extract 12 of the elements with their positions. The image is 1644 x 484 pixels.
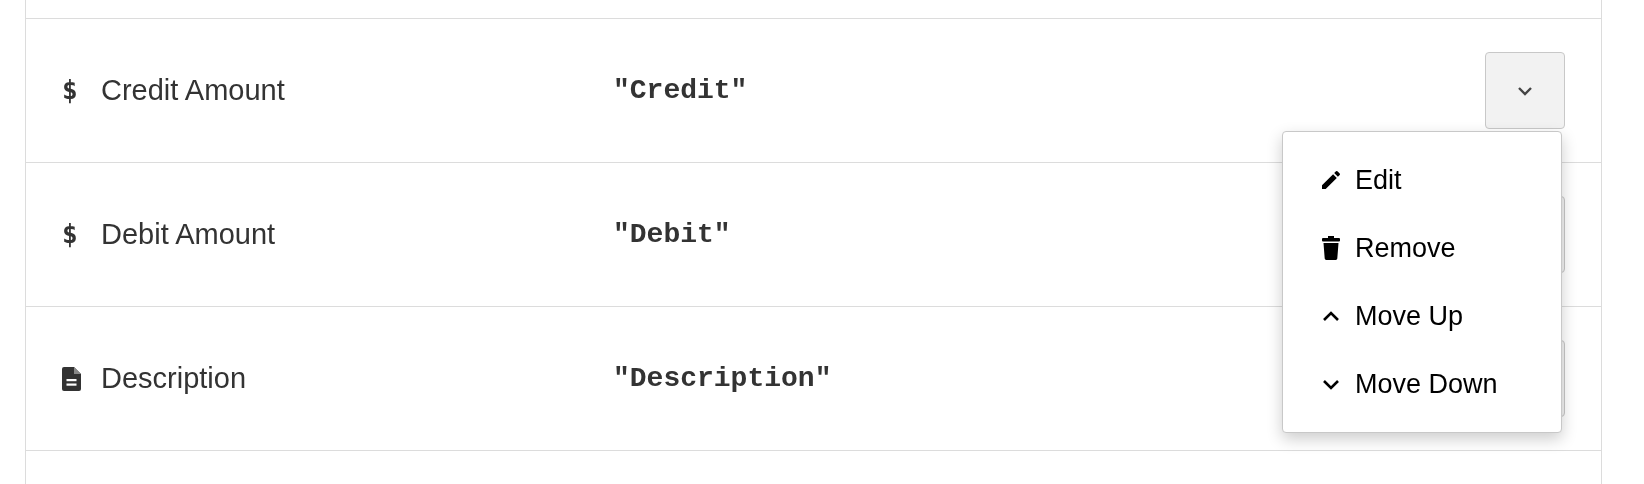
- field-key: "Credit": [613, 69, 748, 112]
- menu-item[interactable]: Move Up: [1283, 282, 1561, 350]
- dollar-icon: $: [62, 215, 84, 254]
- field-label: Debit Amount: [101, 216, 276, 252]
- menu-item[interactable]: Edit: [1283, 146, 1561, 214]
- dollar-icon: $: [62, 71, 84, 110]
- field-key: "Description": [613, 357, 832, 400]
- field-label: Description: [101, 360, 247, 396]
- field-label: Credit Amount: [101, 72, 285, 108]
- menu-item[interactable]: Remove: [1283, 214, 1561, 282]
- field-key: "Debit": [613, 213, 731, 256]
- menu-item[interactable]: Move Down: [1283, 350, 1561, 418]
